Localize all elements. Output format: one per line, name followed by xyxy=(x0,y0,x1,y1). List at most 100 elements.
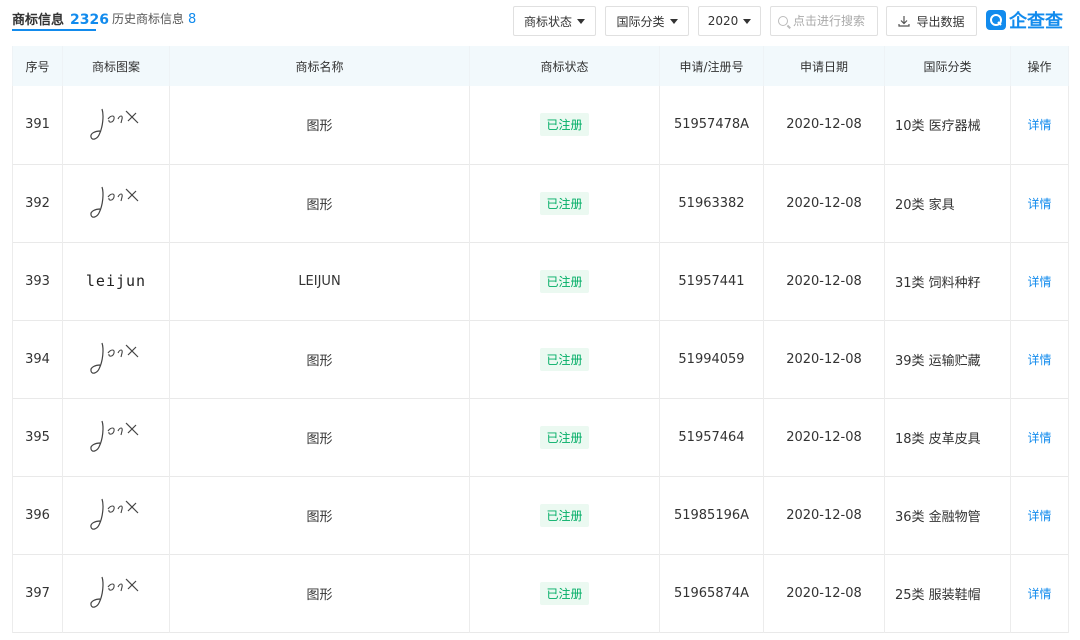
signature-mark-image xyxy=(88,576,144,617)
action-cell: 详情 xyxy=(1010,320,1069,398)
table-row: 397 图形 已注册 51965874A 2020-12-08 25类 服装鞋帽 详情 xyxy=(12,554,1069,632)
details-link[interactable]: 详情 xyxy=(1027,353,1051,367)
details-link[interactable]: 详情 xyxy=(1027,587,1051,601)
row-index: 394 xyxy=(12,320,63,398)
trademark-image-cell xyxy=(62,164,170,242)
status-filter-label: 商标状态 xyxy=(523,14,572,29)
registration-number: 51957464 xyxy=(659,398,764,476)
status-cell: 已注册 xyxy=(469,398,660,476)
tab-trademark-info-label: 商标信息 xyxy=(12,13,65,28)
trademark-image-cell xyxy=(62,320,170,398)
action-cell: 详情 xyxy=(1010,554,1069,632)
signature-mark-image xyxy=(88,498,144,539)
table-row: 395 图形 已注册 51957464 2020-12-08 18类 皮革皮具 详情 xyxy=(12,398,1069,476)
application-date: 2020-12-08 xyxy=(763,164,885,242)
tab-history-label: 历史商标信息 xyxy=(112,12,185,26)
registration-number: 51957441 xyxy=(659,242,764,320)
international-class: 39类 运输贮藏 xyxy=(884,320,1011,398)
trademark-image-cell xyxy=(62,398,170,476)
search-input[interactable] xyxy=(793,14,877,28)
status-badge: 已注册 xyxy=(540,581,589,605)
tab-history-count: 8 xyxy=(188,12,197,27)
table-row: 391 图形 已注册 51957478A 2020-12-08 10类 医疗器械 详情 xyxy=(12,86,1069,164)
export-data-button[interactable]: 导出数据 xyxy=(886,6,977,36)
column-header-name: 商标名称 xyxy=(169,46,470,86)
year-filter-dropdown[interactable]: 2020 xyxy=(698,6,761,36)
row-index: 395 xyxy=(12,398,63,476)
column-header-reg-no: 申请/注册号 xyxy=(659,46,764,86)
action-cell: 详情 xyxy=(1010,398,1069,476)
application-date: 2020-12-08 xyxy=(763,398,885,476)
signature-mark-image xyxy=(88,108,144,149)
status-badge: 已注册 xyxy=(540,503,589,527)
registration-number: 51963382 xyxy=(659,164,764,242)
status-cell: 已注册 xyxy=(469,242,660,320)
application-date: 2020-12-08 xyxy=(763,86,885,164)
column-header-action: 操作 xyxy=(1010,46,1069,86)
action-cell: 详情 xyxy=(1010,86,1069,164)
trademark-name: 图形 xyxy=(169,476,470,554)
trademark-image-cell xyxy=(62,86,170,164)
table-row: 394 图形 已注册 51994059 2020-12-08 39类 运输贮藏 详情 xyxy=(12,320,1069,398)
action-cell: 详情 xyxy=(1010,164,1069,242)
status-cell: 已注册 xyxy=(469,320,660,398)
registration-number: 51965874A xyxy=(659,554,764,632)
active-tab-indicator xyxy=(12,29,96,31)
registration-number: 51957478A xyxy=(659,86,764,164)
chevron-down-icon xyxy=(743,18,752,24)
column-header-image: 商标图案 xyxy=(62,46,170,86)
row-index: 397 xyxy=(12,554,63,632)
international-class: 20类 家具 xyxy=(884,164,1011,242)
export-data-label: 导出数据 xyxy=(916,14,965,29)
details-link[interactable]: 详情 xyxy=(1027,431,1051,445)
logo-text: 企查查 xyxy=(1009,11,1063,32)
class-filter-label: 国际分类 xyxy=(616,14,665,29)
status-badge: 已注册 xyxy=(540,113,589,137)
status-cell: 已注册 xyxy=(469,164,660,242)
application-date: 2020-12-08 xyxy=(763,320,885,398)
status-badge: 已注册 xyxy=(540,347,589,371)
details-link[interactable]: 详情 xyxy=(1027,197,1051,211)
table-row: 396 图形 已注册 51985196A 2020-12-08 36类 金融物管 详情 xyxy=(12,476,1069,554)
trademark-name: LEIJUN xyxy=(169,242,470,320)
class-filter-dropdown[interactable]: 国际分类 xyxy=(605,6,689,36)
table-header-row: 序号 商标图案 商标名称 商标状态 申请/注册号 申请日期 国际分类 操作 xyxy=(12,46,1069,86)
international-class: 10类 医疗器械 xyxy=(884,86,1011,164)
status-cell: 已注册 xyxy=(469,476,660,554)
column-header-index: 序号 xyxy=(12,46,63,86)
tab-trademark-info-count: 2326 xyxy=(70,12,109,28)
row-index: 391 xyxy=(12,86,63,164)
status-badge: 已注册 xyxy=(540,269,589,293)
international-class: 25类 服装鞋帽 xyxy=(884,554,1011,632)
action-cell: 详情 xyxy=(1010,476,1069,554)
trademark-image-text: leijun xyxy=(85,272,147,290)
details-link[interactable]: 详情 xyxy=(1027,118,1051,132)
signature-mark-image xyxy=(88,342,144,383)
trademark-name: 图形 xyxy=(169,320,470,398)
column-header-date: 申请日期 xyxy=(763,46,885,86)
trademark-image-cell: leijun xyxy=(62,242,170,320)
search-box[interactable] xyxy=(770,6,878,36)
tab-history-trademark-info[interactable]: 历史商标信息 8 xyxy=(112,10,196,27)
top-bar: 商标信息 2326 历史商标信息8 商标状态 国际分类 2020 导出数据 企查查 xyxy=(0,0,1080,44)
column-header-status: 商标状态 xyxy=(469,46,660,86)
table-row: 392 图形 已注册 51963382 2020-12-08 20类 家具 详情 xyxy=(12,164,1069,242)
trademark-name: 图形 xyxy=(169,164,470,242)
trademark-image-cell xyxy=(62,476,170,554)
trademark-name: 图形 xyxy=(169,398,470,476)
registration-number: 51994059 xyxy=(659,320,764,398)
status-filter-dropdown[interactable]: 商标状态 xyxy=(513,6,596,36)
international-class: 36类 金融物管 xyxy=(884,476,1011,554)
trademark-image-cell xyxy=(62,554,170,632)
action-cell: 详情 xyxy=(1010,242,1069,320)
tab-trademark-info[interactable]: 商标信息 2326 xyxy=(12,9,109,28)
chevron-down-icon xyxy=(577,18,585,24)
chevron-down-icon xyxy=(669,18,678,24)
details-link[interactable]: 详情 xyxy=(1027,275,1051,289)
application-date: 2020-12-08 xyxy=(763,476,885,554)
qichacha-logo-icon xyxy=(986,10,1006,30)
row-index: 393 xyxy=(12,242,63,320)
search-icon xyxy=(778,16,788,26)
trademark-table: 序号 商标图案 商标名称 商标状态 申请/注册号 申请日期 国际分类 操作 39… xyxy=(12,46,1069,633)
details-link[interactable]: 详情 xyxy=(1027,509,1051,523)
